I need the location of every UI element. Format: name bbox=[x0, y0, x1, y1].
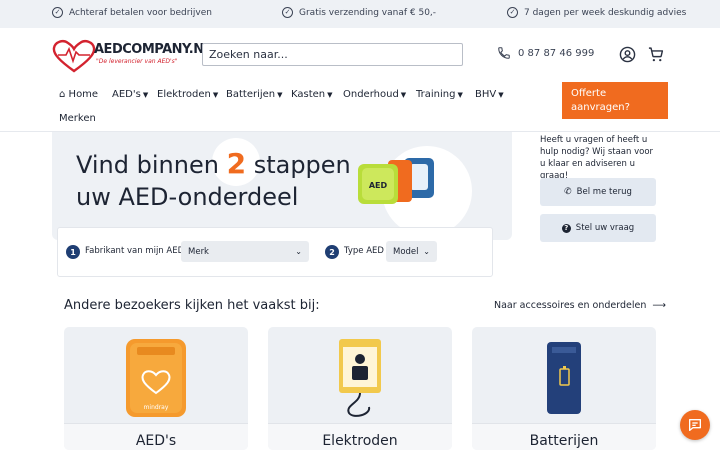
hero-text: Vind binnen bbox=[76, 151, 219, 179]
svg-text:AED: AED bbox=[369, 181, 388, 190]
check-circle-icon: ✓ bbox=[507, 7, 518, 18]
callback-button[interactable]: ✆ Bel me terug bbox=[540, 178, 656, 206]
nav-label: AED's bbox=[112, 89, 141, 100]
card-label: Elektroden bbox=[322, 433, 398, 449]
logo-tagline: "De leverancier van AED's" bbox=[96, 58, 178, 65]
nav-label: Onderhoud bbox=[343, 89, 399, 100]
usp-item: ✓ Gratis verzending vanaf € 50,- bbox=[282, 7, 436, 18]
hero-title: Vind binnen 2 stappen uw AED-onderdeel bbox=[76, 148, 351, 213]
hero-text: stappen bbox=[253, 151, 351, 179]
usp-label: Gratis verzending vanaf € 50,- bbox=[299, 7, 437, 18]
card-label: Batterijen bbox=[529, 433, 599, 449]
caret-down-icon: ▼ bbox=[457, 91, 463, 99]
accessories-link[interactable]: Naar accessoires en onderdelen ⟶ bbox=[494, 300, 666, 311]
nav-merken[interactable]: Merken bbox=[59, 113, 96, 124]
model-select[interactable]: Model ⌄ bbox=[386, 241, 437, 262]
ask-question-button[interactable]: ? Stel uw vraag bbox=[540, 214, 656, 242]
step-number: 1 bbox=[66, 245, 80, 259]
check-circle-icon: ✓ bbox=[52, 7, 63, 18]
svg-text:mindray: mindray bbox=[144, 404, 169, 411]
user-circle-icon bbox=[619, 46, 635, 62]
arrow-right-icon: ⟶ bbox=[652, 300, 666, 311]
nav-aeds[interactable]: AED's ▼ bbox=[112, 89, 148, 100]
phone-icon: ✆ bbox=[564, 187, 572, 197]
nav-bhv[interactable]: BHV ▼ bbox=[475, 89, 504, 100]
caret-down-icon: ▼ bbox=[142, 91, 149, 99]
usp-label: 7 dagen per week deskundig advies bbox=[524, 7, 687, 18]
nav-label: Training bbox=[416, 89, 456, 100]
category-card-aeds[interactable]: mindray AED's bbox=[64, 327, 248, 450]
nav-label: Kasten bbox=[291, 89, 326, 100]
category-card-elektroden[interactable]: Elektroden bbox=[268, 327, 452, 450]
chat-button[interactable] bbox=[680, 410, 710, 440]
question-circle-icon: ? bbox=[561, 223, 571, 233]
chevron-down-icon: ⌄ bbox=[295, 247, 302, 256]
aed-part-finder: 1 Fabrikant van mijn AED Merk ⌄ 2 Type A… bbox=[57, 227, 493, 277]
electrode-pads-image bbox=[339, 339, 381, 417]
usp-label: Achteraf betalen voor bedrijven bbox=[69, 7, 212, 18]
step-label: Type AED bbox=[344, 246, 384, 256]
caret-down-icon: ▼ bbox=[327, 91, 333, 99]
brand-select[interactable]: Merk ⌄ bbox=[181, 241, 309, 262]
step-number: 2 bbox=[325, 245, 339, 259]
help-text: Heeft u vragen of heeft u hulp nodig? Wi… bbox=[540, 135, 654, 181]
account-button[interactable] bbox=[617, 44, 637, 64]
nav-batterijen[interactable]: Batterijen ▼ bbox=[226, 89, 283, 100]
hero-number: 2 bbox=[226, 147, 247, 180]
heart-logo-icon bbox=[52, 40, 96, 73]
nav-label: Elektroden bbox=[157, 89, 211, 100]
cart-button[interactable] bbox=[646, 44, 666, 64]
usp-bar: ✓ Achteraf betalen voor bedrijven ✓ Grat… bbox=[0, 0, 720, 28]
site-header: AEDCOMPANY.NL "De leverancier van AED's"… bbox=[0, 28, 720, 132]
hero-text: uw AED-onderdeel bbox=[76, 183, 299, 211]
caret-down-icon: ▼ bbox=[498, 91, 504, 99]
nav-label: BHV bbox=[475, 89, 497, 100]
section-title: Andere bezoekers kijken het vaakst bij: bbox=[64, 298, 320, 313]
aed-devices-image: AED bbox=[358, 158, 434, 204]
caret-down-icon: ▼ bbox=[277, 91, 283, 99]
nav-label: Batterijen bbox=[226, 89, 276, 100]
nav-home[interactable]: ⌂ Home bbox=[59, 89, 98, 100]
nav-label: Home bbox=[68, 89, 99, 100]
select-value: Merk bbox=[188, 246, 209, 257]
link-label: Naar accessoires en onderdelen bbox=[494, 300, 647, 311]
caret-down-icon: ▼ bbox=[212, 91, 219, 99]
aed-device-image: mindray bbox=[126, 339, 186, 417]
chat-bubble-icon bbox=[689, 419, 701, 431]
button-label: Bel me terug bbox=[576, 187, 632, 197]
cart-icon bbox=[648, 46, 664, 61]
step-label: Fabrikant van mijn AED bbox=[85, 246, 185, 256]
caret-down-icon: ▼ bbox=[400, 91, 407, 99]
nav-kasten[interactable]: Kasten ▼ bbox=[291, 89, 333, 100]
category-card-batterijen[interactable]: Batterijen bbox=[472, 327, 656, 450]
nav-onderhoud[interactable]: Onderhoud ▼ bbox=[343, 89, 406, 100]
logo[interactable]: AEDCOMPANY.NL "De leverancier van AED's" bbox=[52, 38, 212, 74]
card-label: AED's bbox=[135, 433, 177, 449]
phone-number: 0 87 87 46 999 bbox=[518, 47, 595, 59]
nav-elektroden[interactable]: Elektroden ▼ bbox=[157, 89, 218, 100]
logo-text: AEDCOMPANY.NL bbox=[94, 42, 212, 57]
search-input[interactable] bbox=[202, 43, 463, 66]
check-circle-icon: ✓ bbox=[282, 7, 293, 18]
select-value: Model bbox=[393, 246, 419, 257]
hero-banner: Vind binnen 2 stappen uw AED-onderdeel A… bbox=[52, 132, 512, 240]
home-icon: ⌂ bbox=[59, 89, 66, 100]
nav-training[interactable]: Training ▼ bbox=[416, 89, 463, 100]
phone-link[interactable]: 0 87 87 46 999 bbox=[497, 46, 594, 60]
offerte-button[interactable]: Offerte aanvragen? bbox=[562, 82, 668, 119]
button-label: Stel uw vraag bbox=[575, 223, 635, 233]
usp-item: ✓ 7 dagen per week deskundig advies bbox=[507, 7, 686, 18]
phone-icon bbox=[498, 47, 510, 59]
battery-image bbox=[547, 342, 581, 414]
usp-item: ✓ Achteraf betalen voor bedrijven bbox=[52, 7, 212, 18]
chevron-down-icon: ⌄ bbox=[423, 247, 430, 256]
